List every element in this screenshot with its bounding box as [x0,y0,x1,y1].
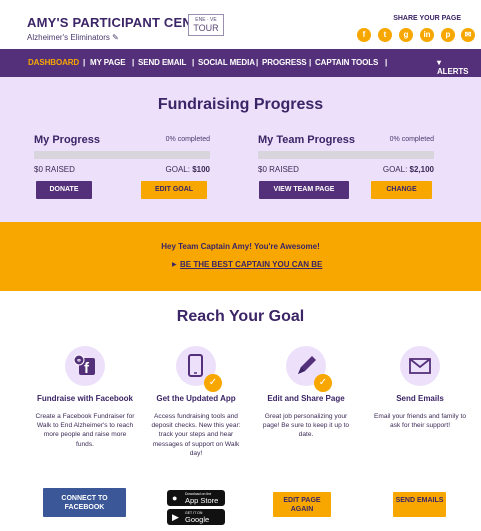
nav-separator: | [256,58,259,67]
app-store-badge[interactable]: ● Download on the App Store [167,490,225,506]
reach-heading: Reach Your Goal [176,308,305,325]
card-send-emails: Send Emails Email your friends and famil… [370,346,470,430]
apple-icon: ● [172,493,178,503]
progress-heading: Fundraising Progress [157,96,324,113]
google-play-label: Google Play [185,515,210,531]
my-goal-value: $100 [192,165,210,174]
team-goal-label: GOAL: [382,165,408,174]
card-text: Great job personalizing your page! Be su… [262,413,350,439]
send-emails-button[interactable]: SEND EMAILS [393,492,446,517]
card-title: Get the Updated App [156,394,236,403]
google-play-badge[interactable]: ▶ GET IT ON Google Play [167,509,225,531]
pencil-icon: ✎ [112,33,119,42]
google-play-icon: ▶ [172,512,179,522]
nav-send-email[interactable]: SEND EMAIL [138,58,186,67]
donate-button[interactable]: DONATE [36,181,92,199]
team-progress-percent: 0% completed [389,136,434,143]
twitter-icon[interactable]: t [378,28,392,42]
nav-social-media[interactable]: SOCIAL MEDIA [198,58,255,67]
triangle-right-icon: ▶ [172,262,177,268]
team-name-link[interactable]: Alzheimer's Eliminators ✎ [27,33,119,42]
checkmark-icon: ✓ [314,374,332,392]
edit-page-button[interactable]: EDIT PAGE AGAIN [273,492,331,517]
my-progress-bar [34,151,210,159]
reach-goal-section: Reach Your Goal f ⚭ Fundraise with Faceb… [0,291,481,531]
facebook-fundraiser-icon: f ⚭ [65,346,105,386]
nav-captain-tools[interactable]: CAPTAIN TOOLS [315,58,378,67]
nav-my-page[interactable]: MY PAGE [90,58,126,67]
team-name: Alzheimer's Eliminators [27,33,110,42]
best-captain-link[interactable]: BE THE BEST CAPTAIN YOU CAN BE [180,260,322,269]
share-label: SHARE YOUR PAGE [393,15,461,22]
nav-separator: | [83,58,86,67]
card-facebook: f ⚭ Fundraise with Facebook Create a Fac… [35,346,135,449]
team-goal-value: $2,100 [409,165,434,174]
my-progress-percent: 0% completed [165,136,210,143]
nav-alerts-label: ALERTS [437,67,469,76]
nav-dashboard[interactable]: DASHBOARD [28,58,79,67]
captain-message: Hey Team Captain Amy! You're Awesome! [161,242,320,251]
svg-text:⚭: ⚭ [76,358,82,365]
nav-separator: | [192,58,195,67]
tour-button-label: TOUR [193,23,219,33]
team-progress-bar [258,151,434,159]
tour-button[interactable]: ENE · VE TOUR [188,14,224,36]
card-title: Edit and Share Page [267,394,345,403]
card-title: Send Emails [396,394,444,403]
fundraising-progress-section: Fundraising Progress My Progress 0% comp… [0,77,481,222]
linkedin-icon[interactable]: in [420,28,434,42]
my-goal: GOAL: $100 [166,165,210,174]
card-title: Fundraise with Facebook [36,394,133,403]
googleplus-icon[interactable]: g [399,28,413,42]
my-goal-label: GOAL: [165,165,190,174]
team-progress: My Team Progress 0% completed $0 RAISED … [258,134,434,175]
app-store-label: App Store [185,496,219,505]
captain-banner: Hey Team Captain Amy! You're Awesome! ▶ … [0,222,481,291]
pencil-edit-icon: ✓ [286,346,332,392]
my-raised: $0 RAISED [34,165,75,174]
card-edit-page: ✓ Edit and Share Page Great job personal… [256,346,356,440]
envelope-icon [400,346,440,386]
card-text: Access fundraising tools and deposit che… [151,413,241,457]
card-app: ✓ Get the Updated App Access fundraising… [146,346,246,458]
view-team-page-button[interactable]: VIEW TEAM PAGE [259,181,349,199]
card-text: Email your friends and family to ask for… [374,413,466,430]
nav-separator: | [385,58,388,67]
pinterest-icon[interactable]: p [441,28,455,42]
team-goal: GOAL: $2,100 [383,165,434,174]
nav-separator: | [132,58,135,67]
connect-facebook-button[interactable]: CONNECT TO FACEBOOK [43,488,126,517]
edit-goal-button[interactable]: EDIT GOAL [141,181,207,199]
nav-separator: | [309,58,312,67]
nav-progress[interactable]: PROGRESS [262,58,307,67]
nav-alerts[interactable]: ALERTS ▾ [437,58,469,76]
my-progress: My Progress 0% completed $0 RAISED GOAL:… [34,134,210,175]
facebook-icon[interactable]: f [357,28,371,42]
card-text: Create a Facebook Fundraiser for Walk to… [35,413,135,448]
main-nav: DASHBOARD | MY PAGE | SEND EMAIL | SOCIA… [0,49,481,77]
change-goal-button[interactable]: CHANGE [371,181,432,199]
checkmark-icon: ✓ [204,374,222,392]
header: AMY'S PARTICIPANT CENTER Alzheimer's Eli… [0,0,481,49]
mobile-app-icon: ✓ [176,346,222,392]
email-icon[interactable]: ✉ [461,28,475,42]
team-raised: $0 RAISED [258,165,299,174]
